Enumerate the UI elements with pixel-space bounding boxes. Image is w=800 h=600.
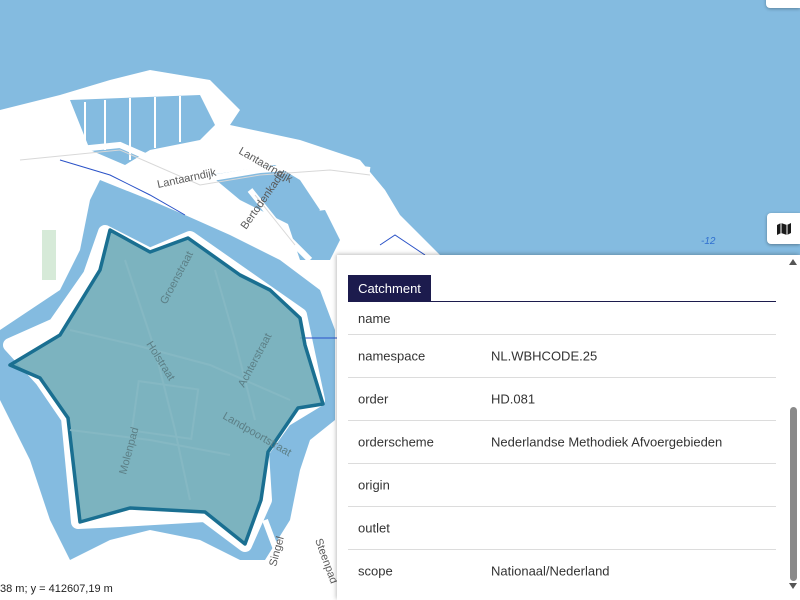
attribute-key: scope [358, 563, 393, 579]
feature-info-panel: Catchment name namespace NL.WBHCODE.25 o… [337, 255, 800, 600]
attribute-row: namespace NL.WBHCODE.25 [348, 335, 776, 378]
attribute-row: scope Nationaal/Nederland [348, 550, 776, 592]
attribute-row: outlet [348, 507, 776, 550]
map-control-button[interactable] [766, 0, 800, 8]
attribute-row: orderscheme Nederlandse Methodiek Afvoer… [348, 421, 776, 464]
attribute-key: orderscheme [358, 434, 434, 450]
tab-catchment[interactable]: Catchment [348, 275, 431, 301]
panel-scrollbar[interactable] [787, 255, 800, 600]
coordinate-readout: 38 m; y = 412607,19 m [0, 582, 116, 596]
attribute-row: name [348, 302, 776, 335]
depth-label: -12 [701, 236, 716, 247]
attribute-row: origin [348, 464, 776, 507]
attribute-value: Nederlandse Methodiek Afvoergebieden [491, 434, 723, 450]
map-layers-icon [776, 222, 791, 235]
attribute-row: order HD.081 [348, 378, 776, 421]
scrollbar-thumb[interactable] [790, 407, 797, 581]
attribute-key: order [358, 391, 389, 407]
attribute-value: Nationaal/Nederland [491, 563, 610, 579]
map-tool-button[interactable] [767, 213, 800, 244]
attribute-key: namespace [358, 348, 426, 364]
attribute-key: outlet [358, 520, 390, 536]
scroll-up-arrow-icon[interactable] [789, 259, 797, 265]
attribute-key: origin [358, 477, 390, 493]
attribute-table: name namespace NL.WBHCODE.25 order HD.08… [348, 302, 776, 592]
attribute-value: HD.081 [491, 391, 536, 407]
attribute-key: name [358, 311, 391, 326]
attribute-value: NL.WBHCODE.25 [491, 348, 598, 364]
scroll-down-arrow-icon[interactable] [789, 583, 797, 589]
